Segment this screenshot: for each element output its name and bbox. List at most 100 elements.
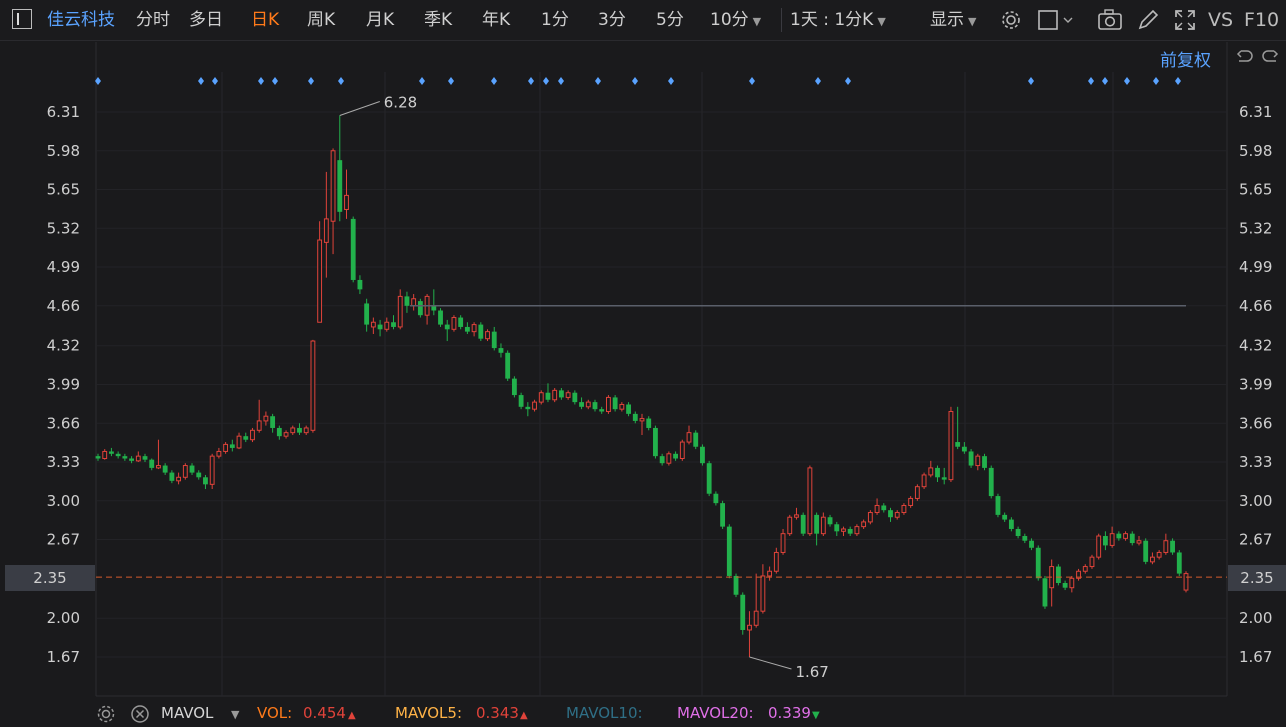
candle-body — [323, 218, 329, 243]
candle-body — [1062, 583, 1068, 588]
price-tick-label: 1.67 — [47, 648, 80, 666]
tab-yearly-k[interactable]: 年K — [482, 0, 510, 40]
tab-1min[interactable]: 1分 — [541, 0, 569, 40]
candle-body — [713, 493, 719, 504]
tab-weekly-k[interactable]: 周K — [307, 0, 335, 40]
fullscreen-icon[interactable] — [1174, 9, 1196, 31]
candle-body — [955, 442, 961, 447]
candle — [350, 216, 356, 283]
price-tick-label: 3.33 — [1239, 453, 1272, 471]
candle-body — [854, 526, 860, 535]
pencil-icon[interactable] — [1137, 9, 1159, 31]
arrow-up-icon: ▲ — [520, 710, 528, 721]
price-tick-label: 3.66 — [1239, 414, 1272, 432]
candle-body — [1176, 552, 1182, 574]
candle — [914, 484, 920, 501]
tab-monthly-k[interactable]: 月K — [366, 0, 394, 40]
candle — [867, 510, 873, 525]
candle-body — [330, 150, 336, 222]
candle — [948, 406, 954, 482]
candle-body — [216, 450, 222, 457]
candle-body — [995, 496, 1001, 515]
candle-body — [740, 594, 746, 630]
compare-vs-button[interactable]: VS — [1208, 0, 1233, 40]
candle-body — [928, 467, 934, 476]
undo-icon[interactable] — [1235, 48, 1253, 66]
candle-body — [1102, 536, 1108, 546]
candle-body — [438, 310, 443, 325]
price-tick-label: 2.67 — [1239, 531, 1272, 549]
indicator-name[interactable]: MAVOL — [161, 702, 213, 724]
candle-body — [478, 324, 484, 339]
candle-body — [1116, 533, 1122, 539]
kline-chart[interactable]: 6.31 5.98 5.65 5.32 4.99 4.66 4.32 3.99 3.66 3.33… — [0, 0, 1286, 722]
candle-body — [223, 443, 229, 452]
candle-body — [579, 402, 584, 407]
price-tick-label: 2.67 — [47, 531, 80, 549]
candle-body — [787, 516, 793, 535]
candle-body — [1089, 556, 1095, 568]
candle-body — [391, 322, 396, 327]
candle-body — [270, 416, 276, 428]
candle-body — [142, 456, 148, 460]
tab-daily-k[interactable]: 日K — [251, 0, 279, 40]
candle — [968, 449, 974, 468]
display-menu[interactable]: 显示 ▼ — [930, 0, 976, 40]
candle-body — [800, 514, 806, 534]
tab-multiday[interactable]: 多日 — [189, 0, 223, 40]
stock-name[interactable]: 佳云科技 — [47, 0, 115, 40]
candle-body — [115, 453, 121, 457]
adjust-mode-button[interactable]: 前复权 — [1160, 46, 1211, 71]
price-tick-label: 5.98 — [47, 142, 80, 160]
candle — [988, 465, 994, 499]
candle-body — [276, 427, 282, 437]
tab-intraday[interactable]: 分时 — [136, 0, 170, 40]
candle-body — [1096, 535, 1102, 558]
candle — [700, 444, 705, 466]
price-tick-label: 5.98 — [1239, 142, 1272, 160]
sidebar-toggle-icon[interactable] — [12, 9, 32, 29]
settings-icon[interactable] — [96, 704, 116, 724]
high-price-label: 6.28 — [384, 94, 417, 112]
candle-body — [619, 403, 625, 410]
candle — [726, 524, 732, 579]
candle — [505, 350, 511, 381]
candle-body — [411, 298, 417, 307]
drawing-shape-select-icon[interactable] — [1038, 10, 1078, 30]
candle-body — [538, 392, 544, 403]
candle — [800, 512, 806, 537]
candle-body — [653, 427, 658, 457]
tab-3min[interactable]: 3分 — [598, 0, 626, 40]
tab-5min[interactable]: 5分 — [656, 0, 684, 40]
candle-body — [1035, 547, 1041, 579]
candle — [182, 463, 188, 480]
candle-body — [552, 389, 558, 401]
f10-button[interactable]: F10 — [1244, 0, 1279, 40]
candle-body — [827, 517, 833, 525]
candle-body — [888, 510, 893, 518]
candle-body — [941, 477, 947, 480]
candle-body — [982, 456, 987, 468]
candle — [706, 460, 712, 497]
candle — [451, 315, 457, 332]
close-icon[interactable] — [130, 704, 150, 724]
candle-body — [1183, 573, 1189, 591]
tab-10min[interactable]: 10分 ▼ — [710, 0, 761, 40]
price-tick-label: 3.99 — [1239, 376, 1272, 394]
candle-body — [444, 324, 450, 330]
tab-quarterly-k[interactable]: 季K — [424, 0, 452, 40]
mavol10-label: MAVOL10: — [566, 704, 643, 722]
candle-body — [632, 413, 638, 421]
chevron-down-icon[interactable]: ▼ — [231, 704, 239, 726]
vol-value: 0.454 — [303, 704, 346, 722]
camera-icon[interactable] — [1098, 9, 1122, 31]
candle-body — [1163, 540, 1169, 553]
chart-background — [0, 40, 1286, 722]
interval-select[interactable]: 1天 : 1分K ▼ — [790, 0, 886, 40]
candle-body — [129, 458, 134, 461]
candle-body — [592, 402, 598, 410]
candle-body — [700, 446, 705, 464]
gear-icon[interactable] — [1000, 9, 1022, 31]
candle-body — [948, 411, 954, 481]
redo-icon[interactable] — [1262, 48, 1280, 66]
